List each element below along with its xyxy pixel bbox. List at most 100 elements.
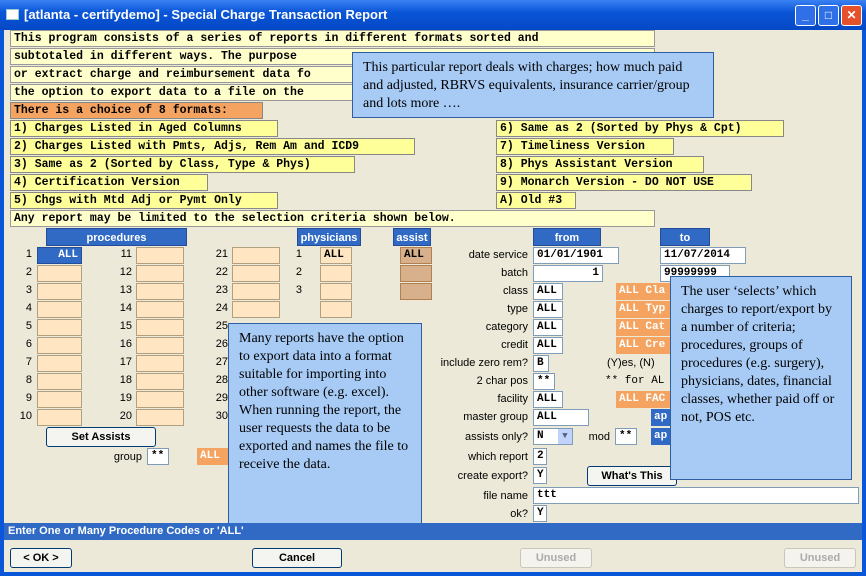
procedure-field[interactable] xyxy=(37,283,82,300)
category-field[interactable]: ALL xyxy=(533,319,563,336)
format-3: 3) Same as 2 (Sorted by Class, Type & Ph… xyxy=(10,156,355,173)
cancel-button[interactable]: Cancel xyxy=(252,548,342,568)
physician-field[interactable] xyxy=(320,283,352,300)
proc-num: 10 xyxy=(19,410,32,422)
format-1: 1) Charges Listed in Aged Columns xyxy=(10,120,278,137)
facility-field[interactable]: ALL xyxy=(533,391,563,408)
type-field[interactable]: ALL xyxy=(533,301,563,318)
physician-field-1[interactable]: ALL xyxy=(320,247,352,264)
procedure-field[interactable] xyxy=(37,409,82,426)
close-button[interactable]: ✕ xyxy=(841,5,862,26)
unused-button-2[interactable]: Unused xyxy=(784,548,856,568)
procedure-field[interactable] xyxy=(37,337,82,354)
app-icon xyxy=(6,9,19,20)
proc-num: 18 xyxy=(119,374,132,386)
ok-field[interactable]: Y xyxy=(533,505,547,522)
procedure-field[interactable] xyxy=(232,301,280,318)
procedure-field[interactable] xyxy=(37,301,82,318)
create-export-label: create export? xyxy=(457,470,528,482)
proc-num: 1 xyxy=(25,248,32,260)
maximize-button[interactable]: □ xyxy=(818,5,839,26)
proc-num: 2 xyxy=(25,266,32,278)
proc-num: 14 xyxy=(119,302,132,314)
to-header: to xyxy=(660,228,710,246)
proc-num: 19 xyxy=(119,392,132,404)
procedure-field[interactable] xyxy=(232,283,280,300)
proc-num: 16 xyxy=(119,338,132,350)
format-2: 2) Charges Listed with Pmts, Adjs, Rem A… xyxy=(10,138,415,155)
char-pos-hint: ** for AL xyxy=(605,375,665,387)
batch-from-field[interactable]: 1 xyxy=(533,265,603,282)
procedure-field[interactable] xyxy=(136,283,184,300)
physician-field[interactable] xyxy=(320,265,352,282)
mod-side: ap xyxy=(651,428,671,445)
procedure-field[interactable] xyxy=(232,247,280,264)
proc-num: 13 xyxy=(119,284,132,296)
proc-num: 25 xyxy=(215,320,228,332)
unused-button-1[interactable]: Unused xyxy=(520,548,592,568)
class-field[interactable]: ALL xyxy=(533,283,563,300)
physician-field[interactable] xyxy=(320,301,352,318)
facility-label: facility xyxy=(497,393,528,405)
procedures-header: procedures xyxy=(46,228,187,246)
status-bar: Enter One or Many Procedure Codes or 'AL… xyxy=(4,523,862,540)
mod-field[interactable]: ** xyxy=(615,428,637,445)
date-from-field[interactable]: 01/01/1901 xyxy=(533,247,619,264)
chevron-down-icon[interactable]: ▼ xyxy=(558,429,572,444)
proc-num: 3 xyxy=(25,284,32,296)
assists-only-select[interactable]: N ▼ xyxy=(533,428,573,445)
create-export-field[interactable]: Y xyxy=(533,467,547,484)
whats-this-button[interactable]: What's This xyxy=(587,466,677,486)
proc-num: 21 xyxy=(215,248,228,260)
group-field[interactable]: ** xyxy=(147,448,169,465)
procedure-field[interactable] xyxy=(136,319,184,336)
which-report-field[interactable]: 2 xyxy=(533,448,547,465)
proc-num: 26 xyxy=(215,338,228,350)
format-7: 7) Timeliness Version xyxy=(496,138,674,155)
procedure-field[interactable] xyxy=(37,391,82,408)
proc-num: 5 xyxy=(25,320,32,332)
procedure-field[interactable] xyxy=(136,409,184,426)
procedure-field[interactable] xyxy=(136,373,184,390)
file-name-field[interactable]: ttt xyxy=(533,487,859,504)
procedure-field[interactable] xyxy=(37,355,82,372)
minimize-button[interactable]: _ xyxy=(795,5,816,26)
window-title: [atlanta - certifydemo] - Special Charge… xyxy=(24,7,388,22)
proc-num: 6 xyxy=(25,338,32,350)
assist-field[interactable] xyxy=(400,265,432,282)
proc-num: 12 xyxy=(119,266,132,278)
set-assists-button[interactable]: Set Assists xyxy=(46,427,156,447)
date-to-field[interactable]: 11/07/2014 xyxy=(660,247,746,264)
procedure-field[interactable] xyxy=(232,265,280,282)
credit-side: ALL Cre xyxy=(616,337,672,354)
format-a: A) Old #3 xyxy=(496,192,576,209)
procedure-field[interactable] xyxy=(136,355,184,372)
include-zero-label: include zero rem? xyxy=(440,357,528,369)
assist-field[interactable] xyxy=(400,283,432,300)
procedure-field[interactable] xyxy=(136,265,184,282)
assist-field-1[interactable]: ALL xyxy=(400,247,432,264)
group-side: ALL xyxy=(197,448,229,465)
procedure-field[interactable] xyxy=(136,247,184,264)
procedure-field[interactable] xyxy=(136,301,184,318)
procedure-field-1[interactable]: ALL xyxy=(37,247,82,264)
export-callout: Many reports have the option to export d… xyxy=(228,323,422,525)
proc-num: 29 xyxy=(215,392,228,404)
master-group-field[interactable]: ALL xyxy=(533,409,589,426)
procedure-field[interactable] xyxy=(37,373,82,390)
procedure-field[interactable] xyxy=(136,337,184,354)
procedure-field[interactable] xyxy=(37,265,82,282)
category-side: ALL Cat xyxy=(616,319,672,336)
mod-label: mod xyxy=(588,431,610,443)
proc-num: 11 xyxy=(120,248,132,260)
procedure-field[interactable] xyxy=(37,319,82,336)
class-side: ALL Cla xyxy=(616,283,672,300)
group-label: group xyxy=(113,451,142,463)
procedure-field[interactable] xyxy=(136,391,184,408)
intro-line-1: This program consists of a series of rep… xyxy=(10,30,655,47)
char-pos-field[interactable]: ** xyxy=(533,373,555,390)
include-zero-field[interactable]: B xyxy=(533,355,549,372)
ok-button[interactable]: < OK > xyxy=(10,548,72,568)
credit-field[interactable]: ALL xyxy=(533,337,563,354)
format-8: 8) Phys Assistant Version xyxy=(496,156,704,173)
